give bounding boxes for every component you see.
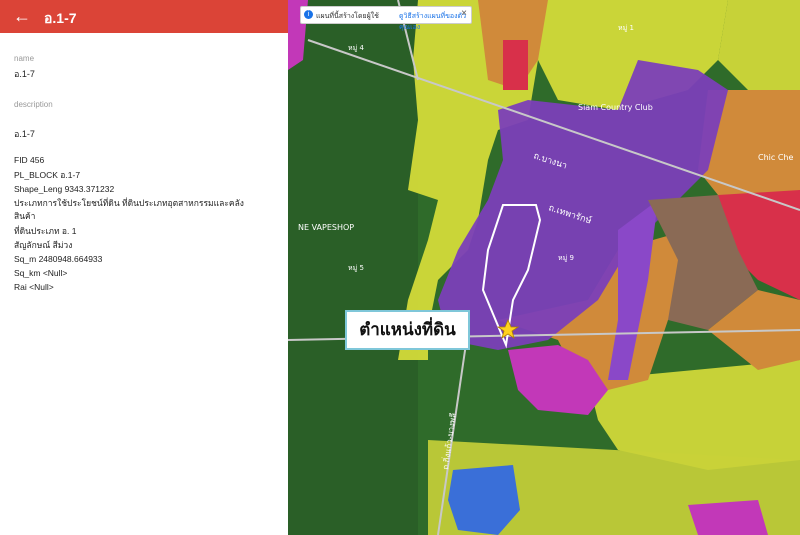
attribute-symbol: สัญลักษณ์ สีม่วง — [14, 240, 73, 250]
attribute-fid: FID 456 — [14, 155, 45, 165]
attribute-land-use: ประเภทการใช้ประโยชน์ที่ดิน ที่ดินประเภทอ… — [14, 198, 244, 208]
description-label: description — [14, 100, 53, 109]
attribute-pl-block: PL_BLOCK อ.1-7 — [14, 170, 81, 180]
zone-magenta-se — [688, 500, 768, 535]
zoning-map[interactable]: ถ.บางนา ถ.เทพารักษ์ ถ.กิ่งแก้ว-บางพลี Si… — [288, 0, 800, 535]
village-label: หมู่ 1 — [618, 24, 634, 32]
back-arrow-icon[interactable]: ← — [10, 4, 34, 28]
attribute-land-use-cont: สินค้า — [14, 211, 36, 221]
name-label: name — [14, 54, 35, 63]
feature-details-panel: ← อ.1-7 name อ.1-7 description อ.1-7 FID… — [0, 0, 289, 535]
attribute-sq-km: Sq_km <Null> — [14, 268, 68, 278]
attribute-land-type: ที่ดินประเภท อ. 1 — [14, 226, 77, 236]
notice-text: แผนที่นี้สร้างโดยผู้ใช้ — [316, 13, 379, 20]
place-siam-country-club[interactable]: Siam Country Club — [578, 103, 653, 112]
place-chic-che[interactable]: Chic Che — [758, 153, 793, 162]
user-map-notice: i แผนที่นี้สร้างโดยผู้ใช้ ดูวิธีสร้างแผน… — [300, 6, 472, 31]
name-value: อ.1-7 — [14, 69, 35, 79]
place-vapeshop[interactable]: NE VAPESHOP — [298, 223, 354, 232]
attribute-sq-m: Sq_m 2480948.664933 — [14, 254, 103, 264]
zone-red-north — [503, 40, 528, 90]
attribute-rai: Rai <Null> — [14, 282, 54, 292]
panel-title: อ.1-7 — [44, 10, 77, 26]
info-icon: i — [304, 10, 313, 19]
village-label: หมู่ 5 — [348, 264, 364, 272]
attribute-shape-length: Shape_Leng 9343.371232 — [14, 184, 115, 194]
close-icon[interactable]: × — [461, 8, 467, 19]
land-location-callout: ตำแหน่งที่ดิน — [345, 310, 470, 350]
panel-header: ← อ.1-7 — [0, 0, 288, 33]
village-label: หมู่ 4 — [348, 44, 364, 52]
village-label: หมู่ 9 — [558, 254, 574, 262]
description-value: อ.1-7 — [14, 129, 35, 139]
